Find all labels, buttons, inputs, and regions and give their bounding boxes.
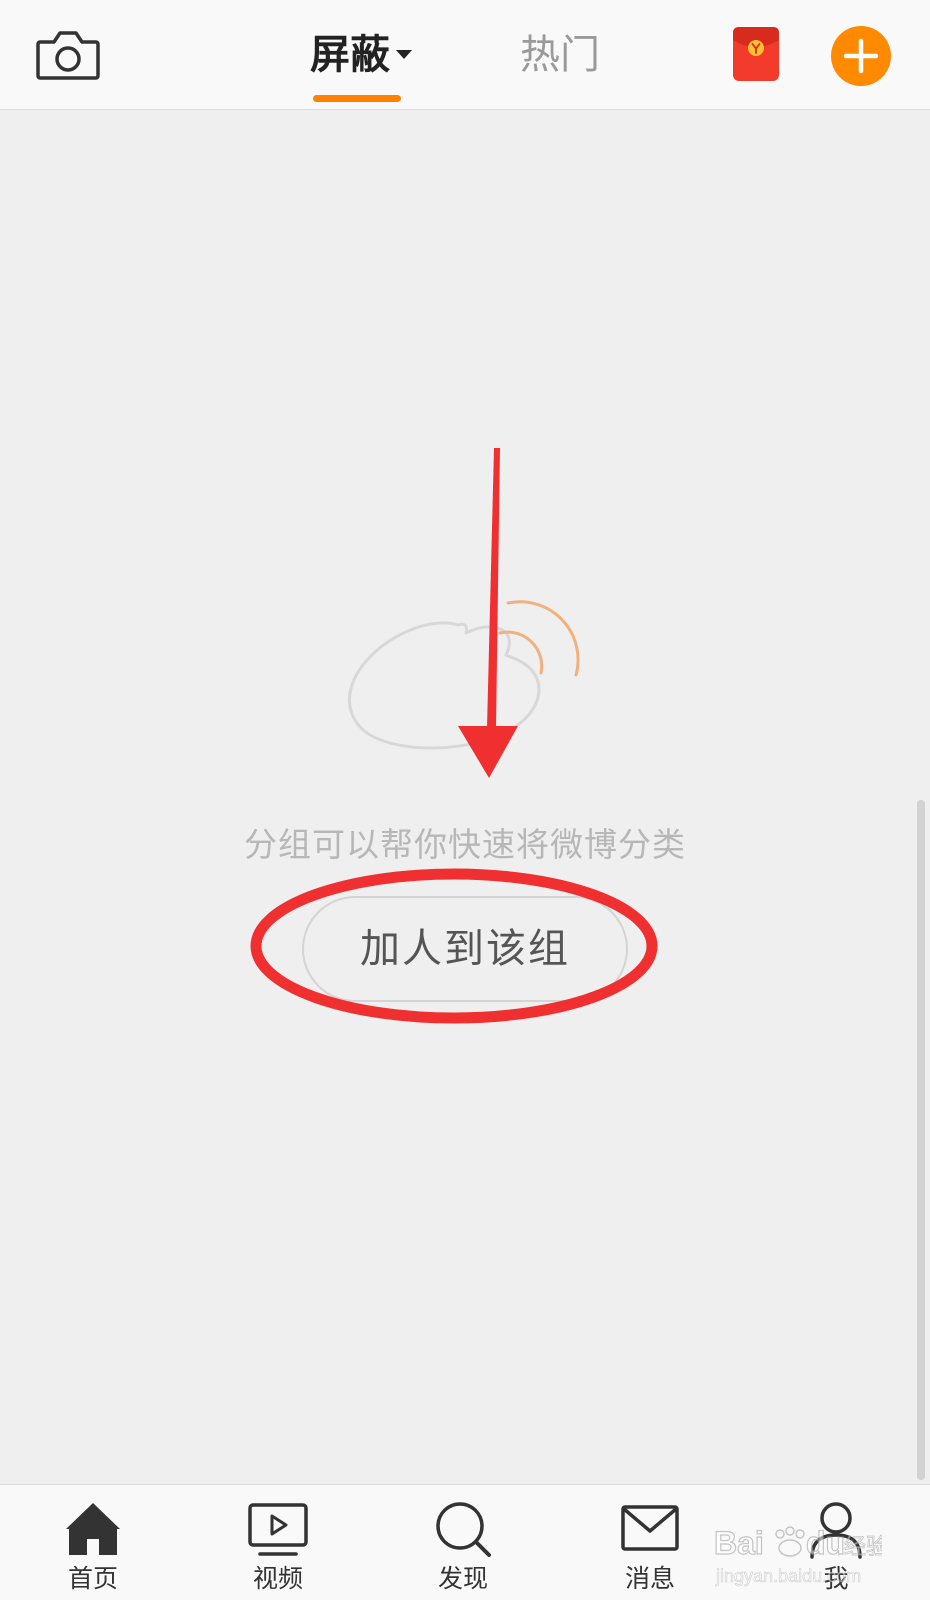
baidu-watermark: Bai du 经验 jingyan.baidu.com bbox=[713, 1524, 882, 1586]
caret-down-icon bbox=[396, 49, 412, 59]
svg-text:Bai: Bai bbox=[714, 1525, 764, 1561]
mail-icon bbox=[621, 1505, 679, 1551]
camera-button[interactable] bbox=[36, 26, 100, 82]
top-bar: 屏蔽 热门 bbox=[0, 0, 930, 110]
home-icon bbox=[66, 1503, 120, 1555]
nav-item-video[interactable]: 视频 bbox=[218, 1485, 338, 1600]
plus-icon bbox=[843, 38, 879, 74]
add-to-group-button[interactable]: 加人到该组 bbox=[302, 896, 628, 1002]
svg-text:du: du bbox=[806, 1525, 845, 1561]
red-packet-icon bbox=[733, 27, 779, 81]
nav-label-home: 首页 bbox=[67, 1564, 118, 1593]
annotation-overlay bbox=[250, 448, 658, 1024]
search-icon bbox=[436, 1502, 491, 1557]
tab-hot-label: 热门 bbox=[520, 32, 600, 78]
nav-item-message[interactable]: 消息 bbox=[590, 1485, 710, 1600]
camera-icon bbox=[36, 31, 100, 80]
nav-label-discover: 发现 bbox=[437, 1564, 488, 1593]
add-button[interactable] bbox=[831, 26, 891, 86]
svg-text:jingyan.baidu.com: jingyan.baidu.com bbox=[715, 1566, 861, 1586]
nav-item-home[interactable]: 首页 bbox=[33, 1485, 153, 1600]
weibo-logo-icon bbox=[348, 600, 580, 750]
nav-label-video: 视频 bbox=[252, 1564, 303, 1593]
nav-item-discover[interactable]: 发现 bbox=[403, 1485, 523, 1600]
nav-label-message: 消息 bbox=[624, 1564, 675, 1593]
scrollbar[interactable] bbox=[917, 800, 925, 1480]
active-tab-indicator bbox=[313, 95, 401, 102]
tab-shield-label: 屏蔽 bbox=[310, 32, 390, 78]
tab-hot[interactable]: 热门 bbox=[520, 28, 600, 82]
svg-text:经验: 经验 bbox=[844, 1535, 882, 1560]
tab-shield[interactable]: 屏蔽 bbox=[310, 28, 412, 82]
video-icon bbox=[248, 1503, 308, 1556]
red-packet-button[interactable] bbox=[732, 26, 780, 82]
empty-hint-text: 分组可以帮你快速将微博分类 bbox=[244, 825, 686, 864]
